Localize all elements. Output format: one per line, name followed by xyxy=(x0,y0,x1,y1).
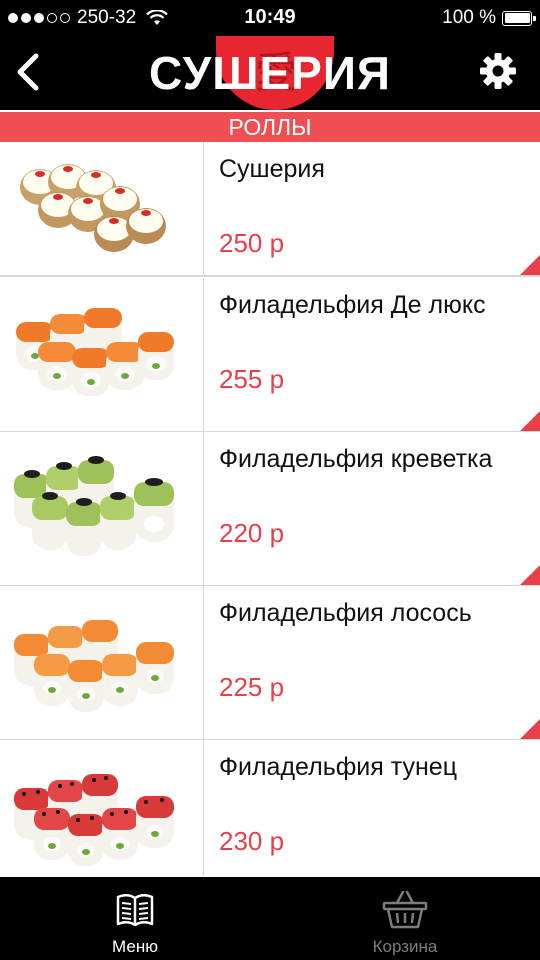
tab-cart[interactable]: Корзина xyxy=(270,877,540,960)
tab-menu-label: Меню xyxy=(112,937,158,956)
product-item[interactable]: Филадельфия Де люкс 255 р xyxy=(0,278,540,433)
category-title: РОЛЛЫ xyxy=(0,112,540,142)
product-name: Филадельфия Де люкс xyxy=(219,291,486,319)
product-price: 220 р xyxy=(219,518,285,548)
add-to-cart-corner-icon[interactable] xyxy=(520,565,540,585)
product-name: Филадельфия тунец xyxy=(219,753,458,781)
product-name: Сушерия xyxy=(219,155,325,183)
product-price: 250 р xyxy=(219,228,285,258)
battery-icon xyxy=(502,10,536,26)
product-item[interactable]: Филадельфия тунец 230 р xyxy=(0,740,540,875)
app-screen: 250-32 10:49 100 % 愛 СУШЕРИЯ РОЛЛЫ Сушер… xyxy=(0,0,540,960)
product-image xyxy=(0,740,204,875)
product-name: Филадельфия креветка xyxy=(219,445,493,473)
app-logo: СУШЕРИЯ xyxy=(149,47,391,99)
product-name: Филадельфия лосось xyxy=(219,599,472,627)
product-image xyxy=(0,278,204,431)
settings-button[interactable] xyxy=(478,51,518,91)
basket-icon xyxy=(382,890,428,929)
add-to-cart-corner-icon[interactable] xyxy=(520,719,540,739)
product-image xyxy=(0,586,204,739)
status-bar: 250-32 10:49 100 % xyxy=(0,0,540,36)
product-item[interactable]: Сушерия 250 р xyxy=(0,142,540,277)
add-to-cart-corner-icon[interactable] xyxy=(520,411,540,431)
add-to-cart-corner-icon[interactable] xyxy=(520,255,540,275)
tab-bar: Меню Корзина xyxy=(0,877,540,960)
product-image xyxy=(0,142,204,275)
battery-percentage: 100 % xyxy=(442,7,496,28)
book-menu-icon xyxy=(116,894,154,927)
tab-cart-label: Корзина xyxy=(372,937,438,956)
tab-menu[interactable]: Меню xyxy=(0,877,270,960)
status-right: 100 % xyxy=(442,7,536,29)
product-price: 255 р xyxy=(219,364,285,394)
product-image xyxy=(0,432,204,585)
product-price: 225 р xyxy=(219,672,285,702)
product-list[interactable]: Сушерия 250 р Филадельфия Де люкс 255 р … xyxy=(0,142,540,875)
product-price: 230 р xyxy=(219,826,285,856)
app-header: 愛 СУШЕРИЯ xyxy=(0,36,540,110)
product-item[interactable]: Филадельфия креветка 220 р xyxy=(0,432,540,587)
product-item[interactable]: Филадельфия лосось 225 р xyxy=(0,586,540,741)
